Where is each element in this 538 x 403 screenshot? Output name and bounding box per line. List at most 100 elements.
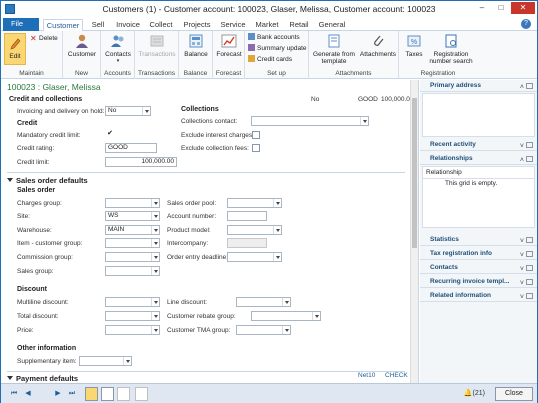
tab-collect[interactable]: Collect xyxy=(147,19,175,31)
edit-button[interactable]: Edit xyxy=(4,33,26,65)
section-credit-collections[interactable]: Credit and collections xyxy=(9,96,82,103)
delete-button[interactable]: ✕ Delete xyxy=(30,34,58,43)
supplementary-item-select[interactable] xyxy=(79,356,132,366)
factbox-options-icon[interactable] xyxy=(526,265,533,271)
price-label: Price: xyxy=(17,327,34,334)
last-record-icon[interactable]: ⏭ xyxy=(67,389,77,399)
site-select[interactable]: WS xyxy=(105,211,160,221)
close-button[interactable]: Close xyxy=(495,387,533,401)
factbox-recurring-invoice[interactable]: Recurring invoice templ... ˅ xyxy=(420,276,537,288)
edit-label: Edit xyxy=(9,53,21,60)
tab-file[interactable]: File xyxy=(3,18,39,31)
section-sales-order-defaults[interactable]: Sales order defaults xyxy=(7,176,88,185)
factbox-statistics[interactable]: Statistics ˅ xyxy=(420,234,537,246)
credit-limit-field[interactable]: 100,000.00 xyxy=(105,157,177,167)
customer-tma-group-select[interactable] xyxy=(236,325,291,335)
commission-group-select[interactable] xyxy=(105,252,160,262)
item-customer-group-select[interactable] xyxy=(105,238,160,248)
new-customer-button[interactable]: Customer xyxy=(66,33,98,58)
generate-from-template-button[interactable]: Generate from template xyxy=(311,33,357,65)
commission-group-label: Commission group: xyxy=(17,254,73,261)
account-number-field[interactable] xyxy=(227,211,267,221)
tab-invoice[interactable]: Invoice xyxy=(113,19,143,31)
product-model-select[interactable] xyxy=(227,225,282,235)
chevron-down-icon xyxy=(123,357,131,365)
edit-mode-icon[interactable] xyxy=(85,387,98,401)
factbox-options-icon[interactable] xyxy=(526,279,533,285)
factbox-options-icon[interactable] xyxy=(526,251,533,257)
exclude-interest-checkbox[interactable] xyxy=(252,131,260,139)
section-divider xyxy=(7,172,405,173)
factbox-options-icon[interactable] xyxy=(526,237,533,243)
summary-update-button[interactable]: Summary update xyxy=(248,44,307,53)
bank-accounts-label: Bank accounts xyxy=(257,34,300,41)
tax-registration-title: Tax registration info xyxy=(430,250,492,257)
warehouse-select[interactable]: MAIN xyxy=(105,225,160,235)
credit-cards-label: Credit cards xyxy=(257,56,293,63)
credit-cards-button[interactable]: Credit cards xyxy=(248,55,292,64)
collections-contact-select[interactable] xyxy=(251,116,369,126)
tab-general[interactable]: General xyxy=(317,19,347,31)
factbox-related-information[interactable]: Related information ˅ xyxy=(420,290,537,302)
vertical-scrollbar[interactable] xyxy=(410,80,418,383)
primary-address-panel xyxy=(422,93,535,137)
document-icon[interactable] xyxy=(135,387,148,401)
factbox-options-icon[interactable] xyxy=(526,142,533,148)
next-record-icon[interactable]: ▶ xyxy=(53,389,63,399)
summary-update-label: Summary update xyxy=(257,45,307,52)
factbox-relationships[interactable]: Relationships ˄ xyxy=(420,153,537,165)
transactions-button[interactable]: Transactions xyxy=(137,33,177,58)
intercompany-field xyxy=(227,238,267,248)
factbox-options-icon[interactable] xyxy=(526,156,533,162)
close-window-button[interactable]: ✕ xyxy=(511,2,535,14)
minimize-button[interactable]: – xyxy=(473,2,491,14)
payment-defaults-title: Payment defaults xyxy=(16,374,79,383)
mandatory-credit-limit-checkbox[interactable]: ✔ xyxy=(106,130,114,139)
customer-rebate-group-select[interactable] xyxy=(251,311,321,321)
chevron-down-icon xyxy=(273,253,281,261)
notification-count[interactable]: 🔔(21) xyxy=(464,389,485,397)
credit-rating-field[interactable]: GOOD xyxy=(105,143,157,153)
charges-group-select[interactable] xyxy=(105,198,160,208)
tab-service[interactable]: Service xyxy=(219,19,247,31)
factbox-options-icon[interactable] xyxy=(526,83,533,89)
mandatory-credit-limit-label: Mandatory credit limit: xyxy=(17,132,81,139)
bank-accounts-button[interactable]: Bank accounts xyxy=(248,33,300,42)
price-select[interactable] xyxy=(105,325,160,335)
tab-projects[interactable]: Projects xyxy=(181,19,213,31)
form-view-icon[interactable] xyxy=(101,387,114,401)
tab-retail[interactable]: Retail xyxy=(287,19,311,31)
sales-order-pool-select[interactable] xyxy=(227,198,282,208)
factbox-options-icon[interactable] xyxy=(526,293,533,299)
factbox-tax-registration[interactable]: Tax registration info ˅ xyxy=(420,248,537,260)
forecast-label: Forecast xyxy=(216,51,242,58)
order-entry-deadline-select[interactable] xyxy=(227,252,282,262)
factbox-contacts[interactable]: Contacts ˅ xyxy=(420,262,537,274)
help-icon[interactable]: ? xyxy=(521,19,531,29)
tab-sell[interactable]: Sell xyxy=(87,19,109,31)
line-discount-select[interactable] xyxy=(236,297,291,307)
multiline-discount-select[interactable] xyxy=(105,297,160,307)
first-record-icon[interactable]: ⏮ xyxy=(9,389,19,399)
attachments-button[interactable]: Attachments xyxy=(359,33,397,58)
taxes-button[interactable]: % Taxes xyxy=(401,33,427,58)
contacts-button[interactable]: Contacts ▾ xyxy=(102,33,134,64)
tab-market[interactable]: Market xyxy=(253,19,281,31)
invoicing-on-hold-select[interactable]: No xyxy=(105,106,151,116)
total-discount-select[interactable] xyxy=(105,311,160,321)
exclude-fees-checkbox[interactable] xyxy=(252,144,260,152)
balance-button[interactable]: Balance xyxy=(180,33,212,58)
factbox-recent-activity[interactable]: Recent activity ˅ xyxy=(420,139,537,151)
chevron-down-icon: ˅ xyxy=(519,143,524,150)
chevron-down-icon xyxy=(151,199,159,207)
previous-record-icon[interactable]: ◀ xyxy=(23,389,33,399)
grid-view-icon[interactable] xyxy=(117,387,130,401)
scrollbar-thumb[interactable] xyxy=(412,98,417,248)
forecast-button[interactable]: Forecast xyxy=(213,33,245,58)
factbox-primary-address[interactable]: Primary address ˄ xyxy=(420,80,537,92)
maximize-button[interactable]: □ xyxy=(492,2,510,14)
delete-label: Delete xyxy=(39,35,58,42)
sales-group-select[interactable] xyxy=(105,266,160,276)
registration-search-button[interactable]: Registration number search xyxy=(427,33,475,65)
section-payment-defaults[interactable]: Payment defaults xyxy=(7,374,78,383)
